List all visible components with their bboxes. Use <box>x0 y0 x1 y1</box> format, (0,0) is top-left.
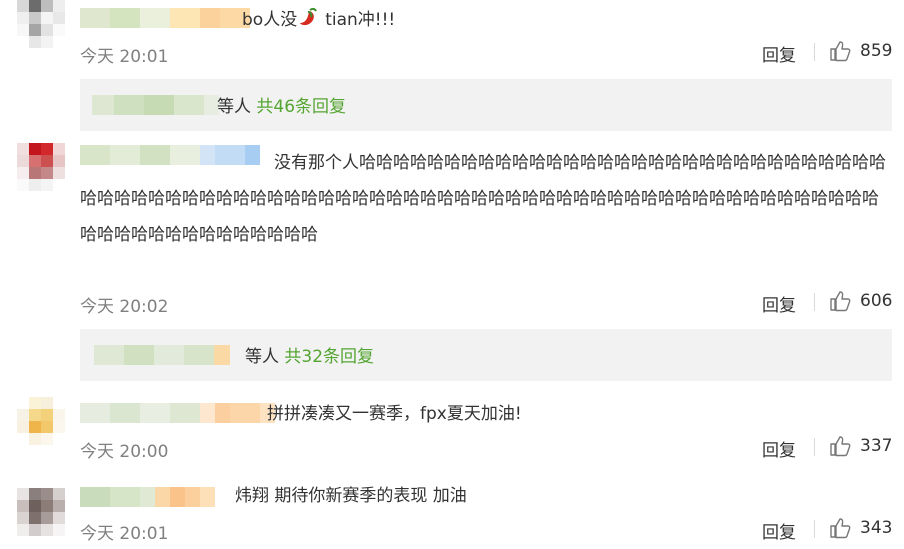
sub-reply-suffix: 等人 <box>217 97 251 117</box>
username-blurred[interactable] <box>80 8 250 28</box>
avatar[interactable] <box>17 397 65 445</box>
like-count: 337 <box>860 436 893 456</box>
comment-text: 没有那个人哈哈哈哈哈哈哈哈哈哈哈哈哈哈哈哈哈哈哈哈哈哈哈哈哈哈哈哈哈哈哈哈哈哈哈… <box>80 153 886 245</box>
reply-button[interactable]: 回复 <box>762 291 796 316</box>
sub-reply-count-link[interactable]: 共32条回复 <box>284 347 374 367</box>
reply-button[interactable]: 回复 <box>762 436 796 461</box>
sub-reply-summary: 等人 共46条回复 <box>217 92 346 117</box>
like-count: 606 <box>860 291 893 311</box>
comment-time: 今天 20:01 <box>80 47 169 67</box>
comment-text-part: tian冲!!! <box>325 10 396 30</box>
chili-pepper-icon <box>300 7 318 26</box>
comment-text: 炜翔 期待你新赛季的表现 加油 <box>235 486 467 506</box>
avatar[interactable] <box>17 0 65 66</box>
comment-time: 今天 20:01 <box>80 524 169 544</box>
avatar[interactable] <box>17 143 65 191</box>
sub-reply-summary: 等人 共32条回复 <box>245 342 374 367</box>
like-icon[interactable] <box>829 517 851 539</box>
like-icon[interactable] <box>829 435 851 457</box>
sub-reply-usernames-blurred <box>94 345 230 365</box>
comment-text: bo人没 tian冲!!! <box>242 2 395 38</box>
like-count: 859 <box>860 41 893 61</box>
sub-reply-count-link[interactable]: 共46条回复 <box>256 97 346 117</box>
like-icon[interactable] <box>829 290 851 312</box>
comment-text-part: bo人没 <box>242 10 298 30</box>
reply-button[interactable]: 回复 <box>762 518 796 543</box>
comment-time: 今天 20:00 <box>80 442 169 462</box>
avatar[interactable] <box>17 488 65 536</box>
sub-reply-box[interactable]: 等人 共46条回复 <box>80 79 892 131</box>
divider <box>814 520 815 538</box>
divider <box>814 43 815 61</box>
comment-time: 今天 20:02 <box>80 297 169 317</box>
divider <box>814 293 815 311</box>
reply-button[interactable]: 回复 <box>762 41 796 66</box>
comment-text: 拼拼凑凑又一赛季，fpx夏天加油! <box>267 404 522 424</box>
divider <box>814 438 815 456</box>
sub-reply-box[interactable]: 等人 共32条回复 <box>80 329 892 381</box>
like-icon[interactable] <box>829 40 851 62</box>
username-blurred[interactable] <box>80 403 275 423</box>
like-count: 343 <box>860 518 893 538</box>
sub-reply-usernames-blurred <box>92 95 219 115</box>
sub-reply-suffix: 等人 <box>245 347 279 367</box>
username-blurred[interactable] <box>80 487 215 507</box>
